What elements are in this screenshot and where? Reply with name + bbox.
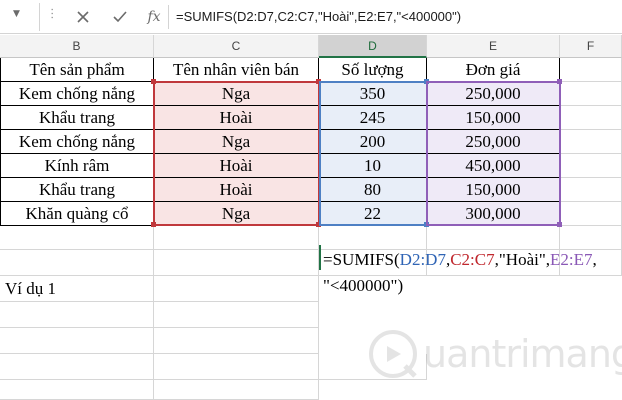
empty-cell[interactable] xyxy=(0,250,154,276)
table-cell[interactable]: Nga xyxy=(154,130,319,154)
empty-cell[interactable] xyxy=(560,58,622,82)
empty-cell[interactable] xyxy=(560,130,622,154)
formula-cell-editor[interactable]: =SUMIFS(D2:D7,C2:C7,"Hoài",E2:E7, xyxy=(323,250,597,270)
table-cell[interactable]: Kem chống nắng xyxy=(0,130,154,154)
table-cell[interactable]: 350 xyxy=(319,82,427,106)
watermark: uantrimang xyxy=(365,326,622,386)
q-logo-icon xyxy=(369,330,417,378)
table-cell[interactable]: Nga xyxy=(154,82,319,106)
watermark-text: uantrimang xyxy=(423,332,622,376)
column-header-f[interactable]: F xyxy=(560,35,622,58)
table-cell[interactable]: 250,000 xyxy=(427,82,560,106)
range-handle[interactable] xyxy=(557,79,562,84)
column-header-c[interactable]: C xyxy=(154,35,319,58)
empty-cell[interactable] xyxy=(0,226,154,250)
empty-cell[interactable] xyxy=(427,226,560,250)
formula-cell-line2[interactable]: "<400000") xyxy=(323,276,403,296)
formula-bar: ▼ ⋯ fx =SUMIFS(D2:D7,C2:C7,"Hoài",E2:E7,… xyxy=(0,0,622,34)
range-handle[interactable] xyxy=(316,222,321,227)
formula-bar-divider xyxy=(168,5,169,29)
empty-cell[interactable] xyxy=(319,226,427,250)
formula-text: , xyxy=(592,250,597,269)
example-label[interactable]: Ví dụ 1 xyxy=(0,276,154,302)
formula-text: =SUMIFS( xyxy=(323,250,400,269)
table-cell[interactable]: Hoài xyxy=(154,106,319,130)
table-cell[interactable]: 150,000 xyxy=(427,106,560,130)
column-header-d[interactable]: D xyxy=(319,35,427,58)
table-cell[interactable]: 80 xyxy=(319,178,427,202)
empty-cell[interactable] xyxy=(0,328,154,354)
active-cell-indicator xyxy=(319,245,321,270)
table-cell[interactable]: Khăn quàng cổ xyxy=(0,202,154,226)
table-header-cell[interactable]: Đơn giá xyxy=(427,58,560,82)
empty-cell[interactable] xyxy=(154,250,319,276)
table-cell[interactable]: Hoài xyxy=(154,178,319,202)
formula-text: ,"Hoài", xyxy=(494,250,551,269)
table-header-cell[interactable]: Tên nhân viên bán xyxy=(154,58,319,82)
table-cell[interactable]: 450,000 xyxy=(427,154,560,178)
chevron-down-icon[interactable]: ▼ xyxy=(13,9,20,19)
range-handle[interactable] xyxy=(424,222,429,227)
empty-cell[interactable] xyxy=(154,328,319,354)
empty-cell[interactable] xyxy=(154,226,319,250)
function-icon: fx xyxy=(147,9,161,25)
formula-input[interactable]: =SUMIFS(D2:D7,C2:C7,"Hoài",E2:E7,"<40000… xyxy=(176,9,461,24)
column-header-e[interactable]: E xyxy=(427,35,560,58)
range-handle[interactable] xyxy=(316,79,321,84)
check-icon xyxy=(113,11,127,23)
empty-cell[interactable] xyxy=(560,226,622,250)
table-cell[interactable]: Kem chống nắng xyxy=(0,82,154,106)
formula-ref-d: D2:D7 xyxy=(399,250,446,269)
insert-function-button[interactable]: fx xyxy=(141,4,167,30)
table-cell[interactable]: Khẩu trang xyxy=(0,106,154,130)
empty-cell[interactable] xyxy=(560,154,622,178)
enter-button[interactable] xyxy=(107,4,133,30)
empty-cell[interactable] xyxy=(560,202,622,226)
empty-cell[interactable] xyxy=(560,82,622,106)
table-cell[interactable]: Hoài xyxy=(154,154,319,178)
drag-handle-icon[interactable]: ⋯ xyxy=(46,8,60,19)
formula-ref-e: E2:E7 xyxy=(550,250,593,269)
empty-cell[interactable] xyxy=(560,178,622,202)
cancel-button[interactable] xyxy=(70,4,96,30)
formula-ref-c: C2:C7 xyxy=(450,250,495,269)
range-handle[interactable] xyxy=(557,222,562,227)
table-cell[interactable]: 200 xyxy=(319,130,427,154)
empty-cell[interactable] xyxy=(154,380,319,400)
table-cell[interactable]: 150,000 xyxy=(427,178,560,202)
table-cell[interactable]: 245 xyxy=(319,106,427,130)
empty-cell[interactable] xyxy=(0,302,154,328)
table-cell[interactable]: Nga xyxy=(154,202,319,226)
empty-cell[interactable] xyxy=(154,354,319,380)
empty-cell[interactable] xyxy=(154,302,319,328)
column-header-b[interactable]: B xyxy=(0,35,154,58)
table-cell[interactable]: Kính râm xyxy=(0,154,154,178)
empty-cell[interactable] xyxy=(560,106,622,130)
table-header-cell[interactable]: Số lượng xyxy=(319,58,427,82)
empty-cell[interactable] xyxy=(0,380,154,400)
empty-cell[interactable] xyxy=(154,276,319,302)
table-header-cell[interactable]: Tên sản phẩm xyxy=(0,58,154,82)
table-cell[interactable]: 250,000 xyxy=(427,130,560,154)
range-handle[interactable] xyxy=(151,222,156,227)
close-icon xyxy=(77,11,89,23)
table-cell[interactable]: 300,000 xyxy=(427,202,560,226)
table-cell[interactable]: 10 xyxy=(319,154,427,178)
empty-cell[interactable] xyxy=(0,354,154,380)
name-box[interactable]: ▼ xyxy=(0,3,40,31)
range-handle[interactable] xyxy=(424,79,429,84)
range-handle[interactable] xyxy=(151,79,156,84)
table-cell[interactable]: 22 xyxy=(319,202,427,226)
table-cell[interactable]: Khẩu trang xyxy=(0,178,154,202)
